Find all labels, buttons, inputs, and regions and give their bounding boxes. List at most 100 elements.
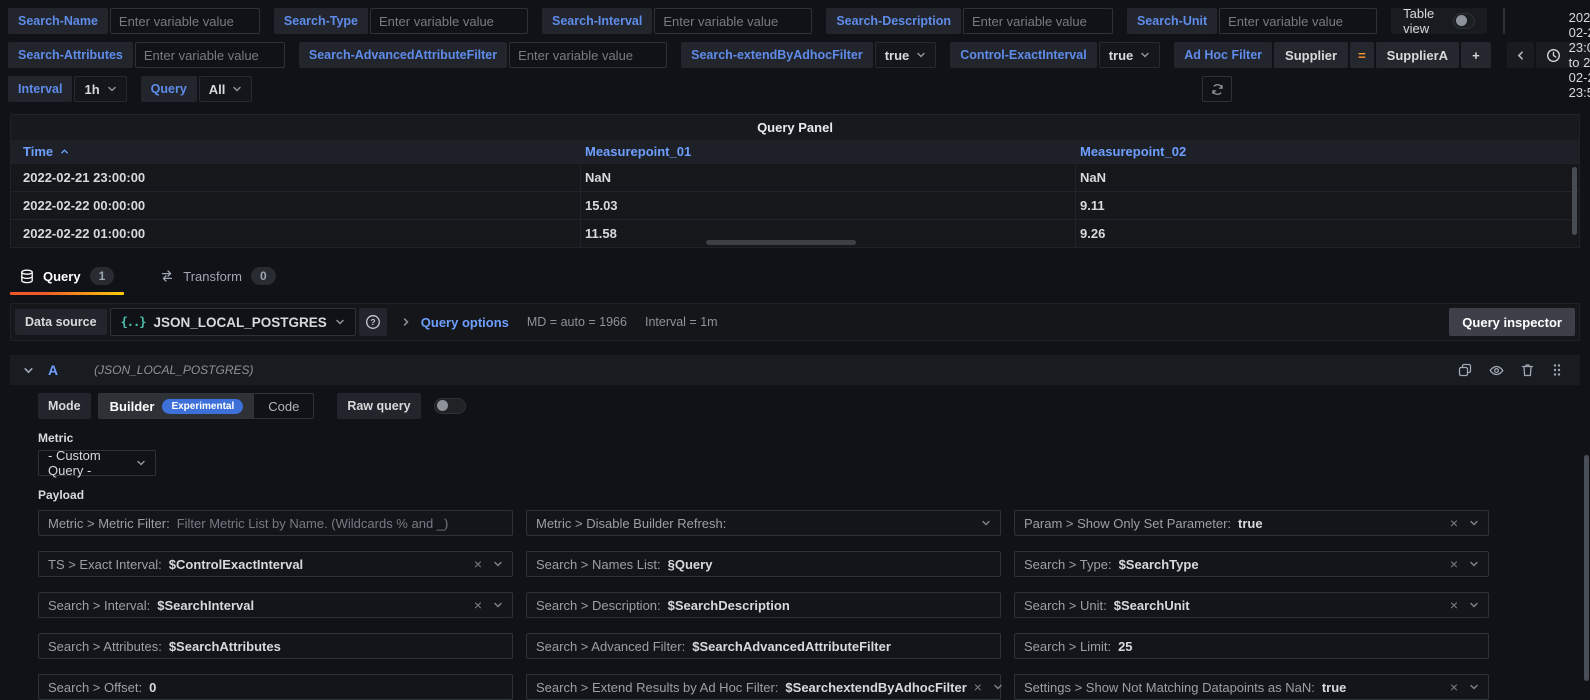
var-label: Search-Unit (1127, 8, 1217, 34)
chevron-down-icon[interactable] (1469, 559, 1479, 569)
column-header-time[interactable]: Time (11, 144, 581, 159)
clear-icon[interactable]: × (474, 598, 482, 612)
payload-field-search-interval[interactable]: Search > Interval: $SearchInterval × (38, 592, 513, 618)
raw-query-toggle[interactable] (434, 398, 466, 414)
hide-query-eye-icon[interactable] (1489, 364, 1504, 377)
table-view-control: Table view (1391, 8, 1487, 34)
column-header-measurepoint-02[interactable]: Measurepoint_02 (1076, 144, 1579, 159)
clear-icon[interactable]: × (1450, 598, 1458, 612)
datasource-picker[interactable]: {..} JSON_LOCAL_POSTGRES (110, 308, 356, 336)
interval-info: Interval = 1m (645, 315, 718, 329)
payload-field-metric-filter[interactable]: Metric > Metric Filter: Filter Metric Li… (38, 510, 513, 536)
refresh-button[interactable] (1202, 76, 1232, 102)
payload-field-search-offset[interactable]: Search > Offset: 0 (38, 674, 513, 700)
payload-field-show-nan[interactable]: Settings > Show Not Matching Datapoints … (1014, 674, 1489, 700)
var-search-attributes: Search-Attributes (8, 42, 285, 68)
chevron-down-icon (916, 50, 926, 60)
duplicate-query-icon[interactable] (1458, 363, 1472, 377)
datasource-label: Data source (15, 309, 107, 335)
transform-icon (160, 269, 174, 283)
fill-option[interactable]: Fill (1504, 9, 1505, 33)
var-label: Query (141, 76, 197, 102)
variables-row-2: Search-Attributes Search-AdvancedAttribu… (8, 42, 1582, 68)
adhoc-filter: Ad Hoc Filter Supplier = SupplierA + (1174, 42, 1490, 68)
interval-select[interactable]: 1h (74, 76, 126, 102)
chevron-down-icon[interactable] (493, 600, 503, 610)
payload-field-names-list[interactable]: Search > Names List: §Query (526, 551, 1001, 577)
adhoc-operator[interactable]: = (1350, 42, 1374, 68)
metric-select[interactable]: - Custom Query - (38, 450, 156, 476)
var-input[interactable] (370, 8, 528, 34)
var-input[interactable] (135, 42, 285, 68)
clear-icon[interactable]: × (1450, 557, 1458, 571)
tab-transform[interactable]: Transform 0 (148, 260, 287, 295)
var-label: Search-Description (826, 8, 961, 34)
sort-ascending-icon (60, 147, 69, 156)
payload-field-show-only-set-parameter[interactable]: Param > Show Only Set Parameter: true × (1014, 510, 1489, 536)
mode-code-option[interactable]: Code (254, 394, 313, 418)
adhoc-add-button[interactable]: + (1461, 42, 1491, 68)
var-input[interactable] (654, 8, 812, 34)
payload-field-search-limit[interactable]: Search > Limit: 25 (1014, 633, 1489, 659)
var-select[interactable]: true (875, 42, 937, 68)
datasource-help-button[interactable]: ? (359, 308, 387, 336)
time-shift-back-button[interactable] (1507, 42, 1534, 68)
query-ref-id[interactable]: A (48, 362, 58, 378)
var-interval: Interval 1h (8, 76, 127, 102)
clear-icon[interactable]: × (1450, 680, 1458, 694)
payload-field-search-unit[interactable]: Search > Unit: $SearchUnit × (1014, 592, 1489, 618)
json-datasource-icon: {..} (121, 315, 146, 329)
query-select[interactable]: All (199, 76, 253, 102)
refresh-icon (1210, 82, 1225, 97)
payload-field-search-attributes[interactable]: Search > Attributes: $SearchAttributes (38, 633, 513, 659)
collapse-query-icon[interactable] (23, 365, 34, 376)
time-range-picker: 2022-02-21 23:00:00 to 2022-02-23 23:59:… (1505, 42, 1590, 68)
table-vertical-scrollbar[interactable] (1572, 167, 1577, 235)
table-cell: 9.26 (1076, 220, 1579, 247)
chevron-down-icon[interactable] (1469, 518, 1479, 528)
payload-field-search-description[interactable]: Search > Description: $SearchDescription (526, 592, 1001, 618)
time-range-button[interactable]: 2022-02-21 23:00:00 to 2022-02-23 23:59:… (1536, 42, 1590, 68)
page-vertical-scrollbar[interactable] (1584, 455, 1589, 681)
var-select[interactable]: true (1099, 42, 1161, 68)
var-input[interactable] (1219, 8, 1377, 34)
payload-field-advanced-filter[interactable]: Search > Advanced Filter: $SearchAdvance… (526, 633, 1001, 659)
var-search-description: Search-Description (826, 8, 1113, 34)
column-header-measurepoint-01[interactable]: Measurepoint_01 (581, 144, 1076, 159)
time-range-text: 2022-02-21 23:00:00 to 2022-02-23 23:59:… (1569, 10, 1590, 100)
payload-field-exact-interval[interactable]: TS > Exact Interval: $ControlExactInterv… (38, 551, 513, 577)
query-panel: Query Panel Time Measurepoint_01 Measure… (10, 114, 1580, 248)
clear-icon[interactable]: × (1450, 516, 1458, 530)
var-label: Search-Name (8, 8, 108, 34)
payload-field-disable-builder-refresh[interactable]: Metric > Disable Builder Refresh: (526, 510, 1001, 536)
drag-handle-icon[interactable] (1551, 363, 1563, 377)
adhoc-key[interactable]: Supplier (1274, 42, 1348, 68)
var-label: Interval (8, 76, 72, 102)
datasource-bar: Data source {..} JSON_LOCAL_POSTGRES ? Q… (10, 303, 1580, 341)
query-inspector-button[interactable]: Query inspector (1449, 308, 1575, 336)
chevron-down-icon[interactable] (981, 518, 991, 528)
adhoc-value[interactable]: SupplierA (1376, 42, 1459, 68)
adhoc-filter-label: Ad Hoc Filter (1174, 42, 1272, 68)
var-input[interactable] (110, 8, 260, 34)
clear-icon[interactable]: × (974, 680, 982, 694)
table-header: Time Measurepoint_01 Measurepoint_02 (11, 140, 1579, 163)
table-horizontal-scrollbar[interactable] (706, 240, 856, 245)
var-input[interactable] (509, 42, 667, 68)
var-input[interactable] (963, 8, 1113, 34)
var-label: Search-Attributes (8, 42, 133, 68)
mode-radio-group: Builder Experimental Code (98, 393, 315, 419)
table-view-toggle[interactable] (1453, 13, 1475, 29)
tab-query[interactable]: Query 1 (8, 260, 126, 295)
table-cell: 15.03 (581, 192, 1076, 219)
query-editor-header: A (JSON_LOCAL_POSTGRES) (10, 355, 1580, 385)
delete-query-trash-icon[interactable] (1521, 363, 1534, 377)
payload-field-extend-results-adhoc[interactable]: Search > Extend Results by Ad Hoc Filter… (526, 674, 1001, 700)
query-options-toggle[interactable]: Query options (421, 315, 509, 330)
mode-builder-option[interactable]: Builder Experimental (99, 394, 255, 418)
chevron-down-icon[interactable] (1469, 600, 1479, 610)
tab-label: Query (43, 269, 81, 284)
payload-field-search-type[interactable]: Search > Type: $SearchType × (1014, 551, 1489, 577)
chevron-down-icon[interactable] (493, 559, 503, 569)
clear-icon[interactable]: × (474, 557, 482, 571)
